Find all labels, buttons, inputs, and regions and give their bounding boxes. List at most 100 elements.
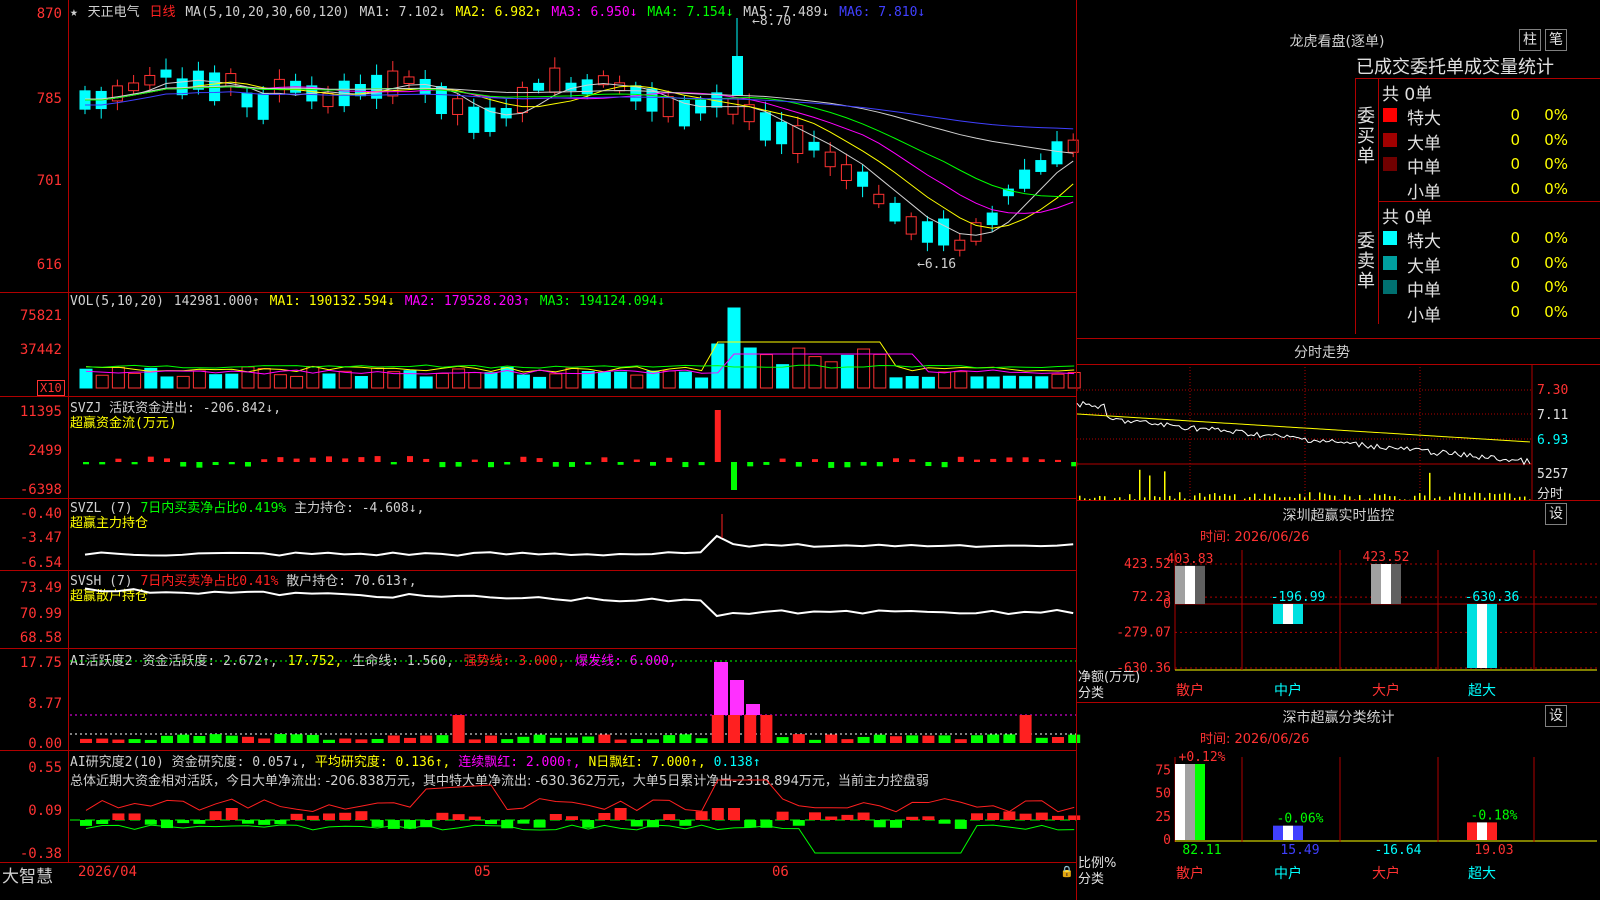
- monitor-bar[interactable]: [1195, 565, 1205, 604]
- activity-bar[interactable]: [711, 715, 724, 743]
- activity-bar[interactable]: [452, 715, 465, 743]
- classify-bar[interactable]: [1273, 825, 1283, 840]
- fund-flow-bar[interactable]: [164, 458, 170, 462]
- fund-flow-bar[interactable]: [941, 462, 948, 468]
- fund-flow-bar[interactable]: [488, 462, 494, 468]
- research-bar[interactable]: [809, 812, 821, 820]
- activity-bar[interactable]: [1003, 734, 1016, 743]
- research-bar[interactable]: [1035, 812, 1048, 820]
- fund-flow-bar[interactable]: [1038, 459, 1045, 462]
- fund-flow-bar[interactable]: [277, 457, 284, 462]
- research-bar[interactable]: [744, 820, 757, 828]
- volume-bar[interactable]: [776, 364, 790, 389]
- activity-burst-bar[interactable]: [730, 680, 744, 715]
- volume-bar[interactable]: [338, 370, 352, 389]
- activity-bar[interactable]: [242, 736, 254, 743]
- fund-flow-bar[interactable]: [455, 462, 462, 467]
- research-bar[interactable]: [566, 816, 578, 820]
- volume-bar[interactable]: [257, 368, 271, 389]
- candle-body[interactable]: [128, 82, 140, 92]
- candle-body[interactable]: [905, 216, 917, 235]
- candle-body[interactable]: [921, 221, 933, 243]
- research-bar[interactable]: [242, 820, 254, 824]
- candle-body[interactable]: [225, 73, 237, 88]
- volume-bar[interactable]: [160, 376, 174, 389]
- fund-flow-bar[interactable]: [698, 462, 705, 466]
- fund-flow-bar[interactable]: [860, 462, 867, 466]
- activity-bar[interactable]: [387, 735, 400, 743]
- candle-body[interactable]: [889, 202, 901, 222]
- volume-bar[interactable]: [630, 374, 644, 389]
- research-bar[interactable]: [436, 812, 449, 820]
- activity-bar[interactable]: [938, 735, 951, 743]
- fund-flow-bar[interactable]: [1022, 457, 1029, 462]
- activity-bar[interactable]: [1052, 736, 1064, 743]
- volume-chart[interactable]: [0, 292, 1081, 396]
- candle-body[interactable]: [1019, 169, 1031, 189]
- activity-bar[interactable]: [323, 739, 335, 743]
- activity-bar[interactable]: [517, 736, 530, 743]
- fund-flow-bar[interactable]: [293, 458, 300, 462]
- monitor-chart[interactable]: 423.5272.230-279.07-630.36403.83散户-196.9…: [1077, 500, 1600, 702]
- volume-bar[interactable]: [873, 353, 887, 389]
- volume-bar[interactable]: [695, 377, 709, 389]
- activity-bar[interactable]: [890, 736, 902, 743]
- research-bar[interactable]: [922, 816, 935, 820]
- activity-bar[interactable]: [744, 715, 757, 743]
- volume-bar[interactable]: [111, 366, 125, 389]
- research-bar[interactable]: [468, 816, 481, 820]
- volume-bar[interactable]: [840, 354, 854, 389]
- svzj-chart[interactable]: [0, 396, 1078, 498]
- fund-flow-bar[interactable]: [795, 462, 802, 467]
- activity-bar[interactable]: [776, 737, 789, 743]
- research-bar[interactable]: [906, 816, 919, 820]
- research-bar[interactable]: [452, 814, 465, 820]
- activity-bar[interactable]: [371, 738, 384, 743]
- lock-icon[interactable]: 🔒: [1060, 865, 1074, 878]
- volume-bar[interactable]: [322, 373, 336, 389]
- volume-bar[interactable]: [241, 366, 255, 389]
- fund-flow-bar[interactable]: [147, 456, 154, 462]
- volume-bar[interactable]: [614, 371, 628, 389]
- activity-bar[interactable]: [144, 739, 157, 743]
- activity-bar[interactable]: [225, 735, 238, 743]
- research-bar[interactable]: [776, 811, 789, 820]
- activity-bar[interactable]: [582, 736, 595, 743]
- fund-flow-bar[interactable]: [925, 462, 932, 467]
- classify-bar[interactable]: [1175, 764, 1185, 840]
- monitor-bar[interactable]: [1371, 564, 1381, 604]
- fund-flow-bar[interactable]: [245, 462, 251, 467]
- volume-bar[interactable]: [225, 373, 239, 389]
- research-bar[interactable]: [355, 811, 368, 820]
- fund-flow-bar[interactable]: [374, 456, 381, 462]
- activity-bar[interactable]: [533, 734, 546, 743]
- candle-body[interactable]: [387, 70, 399, 97]
- fund-flow-bar[interactable]: [1055, 459, 1061, 462]
- candle-body[interactable]: [549, 67, 561, 93]
- fund-flow-bar[interactable]: [763, 462, 770, 465]
- volume-bar[interactable]: [1019, 376, 1033, 389]
- candle-body[interactable]: [954, 239, 966, 251]
- activity-bar[interactable]: [306, 734, 319, 743]
- fund-flow-bar[interactable]: [309, 457, 316, 462]
- volume-bar[interactable]: [176, 375, 190, 389]
- research-bar[interactable]: [225, 808, 238, 820]
- activity-bar[interactable]: [566, 737, 578, 743]
- candle-body[interactable]: [662, 96, 674, 118]
- research-bar[interactable]: [193, 820, 206, 824]
- research-bar[interactable]: [144, 820, 157, 825]
- candle-body[interactable]: [516, 86, 528, 114]
- activity-bar[interactable]: [501, 739, 514, 743]
- candle-body[interactable]: [144, 74, 156, 86]
- activity-bar[interactable]: [339, 738, 352, 743]
- candle-body[interactable]: [533, 82, 545, 91]
- research-bar[interactable]: [857, 812, 870, 820]
- activity-bar[interactable]: [1035, 737, 1048, 743]
- candle-body[interactable]: [873, 193, 885, 205]
- fund-flow-bar[interactable]: [893, 458, 899, 462]
- candle-body[interactable]: [452, 98, 464, 115]
- volume-bar[interactable]: [986, 376, 1000, 389]
- research-bar[interactable]: [533, 820, 546, 828]
- research-bar[interactable]: [1052, 815, 1064, 820]
- activity-bar[interactable]: [841, 739, 854, 743]
